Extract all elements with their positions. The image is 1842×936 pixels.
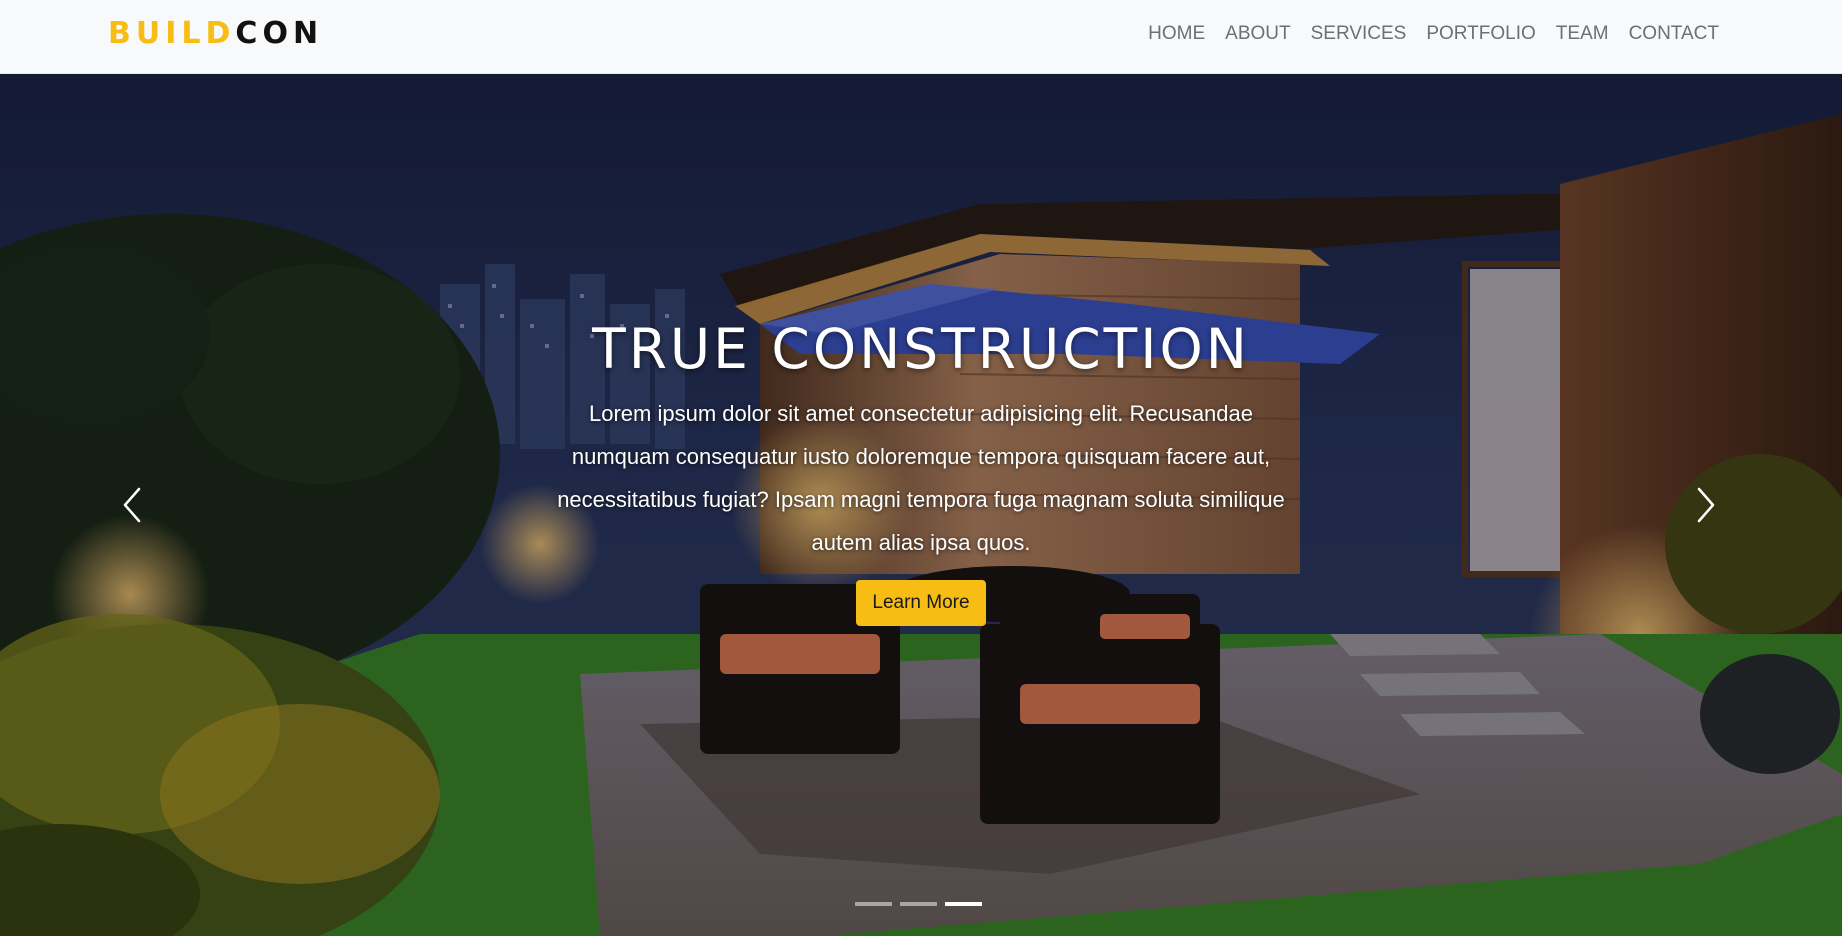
nav-link-portfolio[interactable]: PORTFOLIO — [1426, 22, 1535, 46]
carousel-indicator-2[interactable] — [900, 902, 937, 906]
brand-logo[interactable]: BUILDCON — [108, 16, 323, 52]
carousel-indicators — [855, 902, 982, 906]
nav-link-home[interactable]: HOME — [1148, 22, 1205, 46]
chevron-left-icon — [123, 487, 141, 523]
carousel-prev-button[interactable] — [88, 74, 178, 936]
nav-link-contact[interactable]: CONTACT — [1629, 22, 1719, 46]
carousel-indicator-3[interactable] — [945, 902, 982, 906]
brand-part-build: BUILD — [108, 16, 236, 51]
nav-link-about[interactable]: ABOUT — [1225, 22, 1290, 46]
brand-part-con: CON — [235, 16, 324, 51]
nav-link-services[interactable]: SERVICES — [1311, 22, 1407, 46]
carousel-indicator-1[interactable] — [855, 902, 892, 906]
hero-title: TRUE CONSTRUCTION — [592, 317, 1250, 381]
carousel-caption: TRUE CONSTRUCTION Lorem ipsum dolor sit … — [521, 314, 1321, 626]
nav-link-team[interactable]: TEAM — [1556, 22, 1609, 46]
hero-carousel: TRUE CONSTRUCTION Lorem ipsum dolor sit … — [0, 74, 1842, 936]
navbar: BUILDCON HOME ABOUT SERVICES PORTFOLIO T… — [0, 0, 1842, 74]
carousel-next-button[interactable] — [1660, 74, 1750, 936]
chevron-right-icon — [1697, 487, 1715, 523]
learn-more-button[interactable]: Learn More — [856, 580, 986, 626]
nav-menu: HOME ABOUT SERVICES PORTFOLIO TEAM CONTA… — [1148, 22, 1719, 46]
hero-description: Lorem ipsum dolor sit amet consectetur a… — [557, 401, 1285, 555]
